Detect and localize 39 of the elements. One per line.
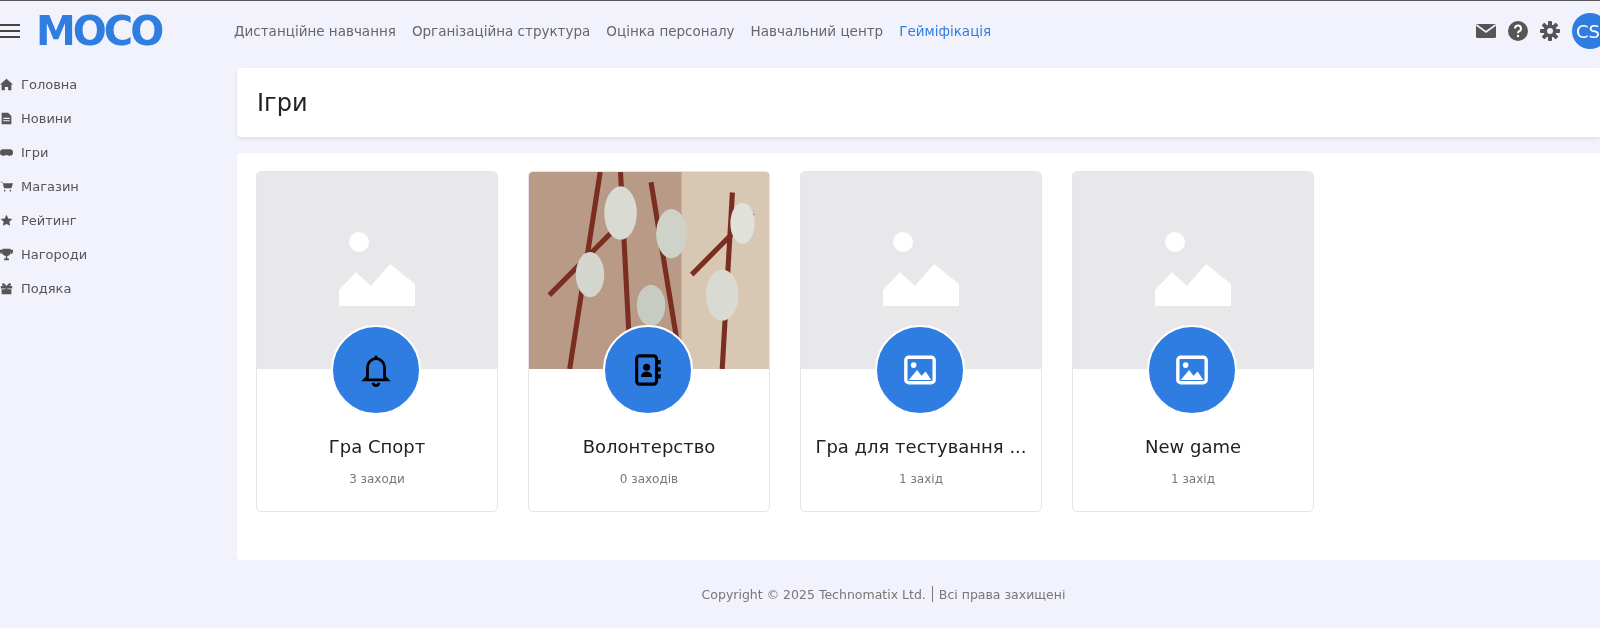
rights-text: Всі права захищені bbox=[938, 586, 1066, 602]
game-card[interactable]: New game 1 захід bbox=[1072, 171, 1314, 512]
nav-link[interactable]: Оцінка персоналу bbox=[606, 23, 735, 39]
sidebar-item[interactable]: Новини bbox=[0, 109, 237, 128]
activity-count: 1 захід bbox=[1171, 472, 1215, 486]
settings-icon[interactable] bbox=[1540, 21, 1560, 41]
sidebar-item[interactable]: Ігри bbox=[0, 143, 237, 162]
image-placeholder-icon bbox=[883, 232, 959, 308]
user-avatar[interactable]: CS bbox=[1572, 13, 1600, 49]
activity-count: 1 захід bbox=[899, 472, 943, 486]
image-icon bbox=[903, 353, 937, 387]
game-title: Гра для тестування ... bbox=[815, 436, 1027, 457]
nav-link[interactable]: Дистанційне навчання bbox=[234, 23, 396, 39]
sidebar-item[interactable]: Подяка bbox=[0, 279, 237, 298]
nav-link[interactable]: Навчальний центр bbox=[750, 23, 884, 39]
game-card[interactable]: Гра Спорт 3 заходи bbox=[256, 171, 498, 512]
sidebar-item[interactable]: Головна bbox=[0, 75, 237, 94]
nav-link[interactable]: Організаційна структура bbox=[411, 23, 591, 39]
page-title: Ігри bbox=[257, 88, 308, 117]
game-card[interactable]: Гра для тестування ... 1 захід bbox=[800, 171, 1042, 512]
activity-count: 3 заходи bbox=[349, 472, 405, 486]
sidebar-item[interactable]: Рейтинг bbox=[0, 211, 237, 230]
bell-icon bbox=[359, 353, 393, 387]
game-title: Волонтерство bbox=[582, 436, 716, 457]
activity-count: 0 заходів bbox=[619, 472, 679, 486]
game-card[interactable]: Волонтерство 0 заходів bbox=[528, 171, 770, 512]
sidebar-item[interactable]: Магазин bbox=[0, 177, 237, 196]
nav-link[interactable]: Гейміфікація bbox=[899, 23, 992, 39]
image-placeholder-icon bbox=[339, 232, 415, 308]
menu-icon[interactable] bbox=[0, 24, 20, 38]
game-title: Гра Спорт bbox=[328, 436, 426, 457]
copyright-text: Copyright © 2025 Technomatix Ltd. bbox=[701, 586, 926, 602]
mail-icon[interactable] bbox=[1476, 21, 1496, 41]
sidebar-item[interactable]: Нагороди bbox=[0, 245, 237, 264]
help-icon[interactable] bbox=[1508, 21, 1528, 41]
image-placeholder-icon bbox=[1155, 232, 1231, 308]
image-icon bbox=[1175, 353, 1209, 387]
logo[interactable]: MOCO bbox=[36, 11, 190, 51]
game-title: New game bbox=[1144, 436, 1241, 457]
